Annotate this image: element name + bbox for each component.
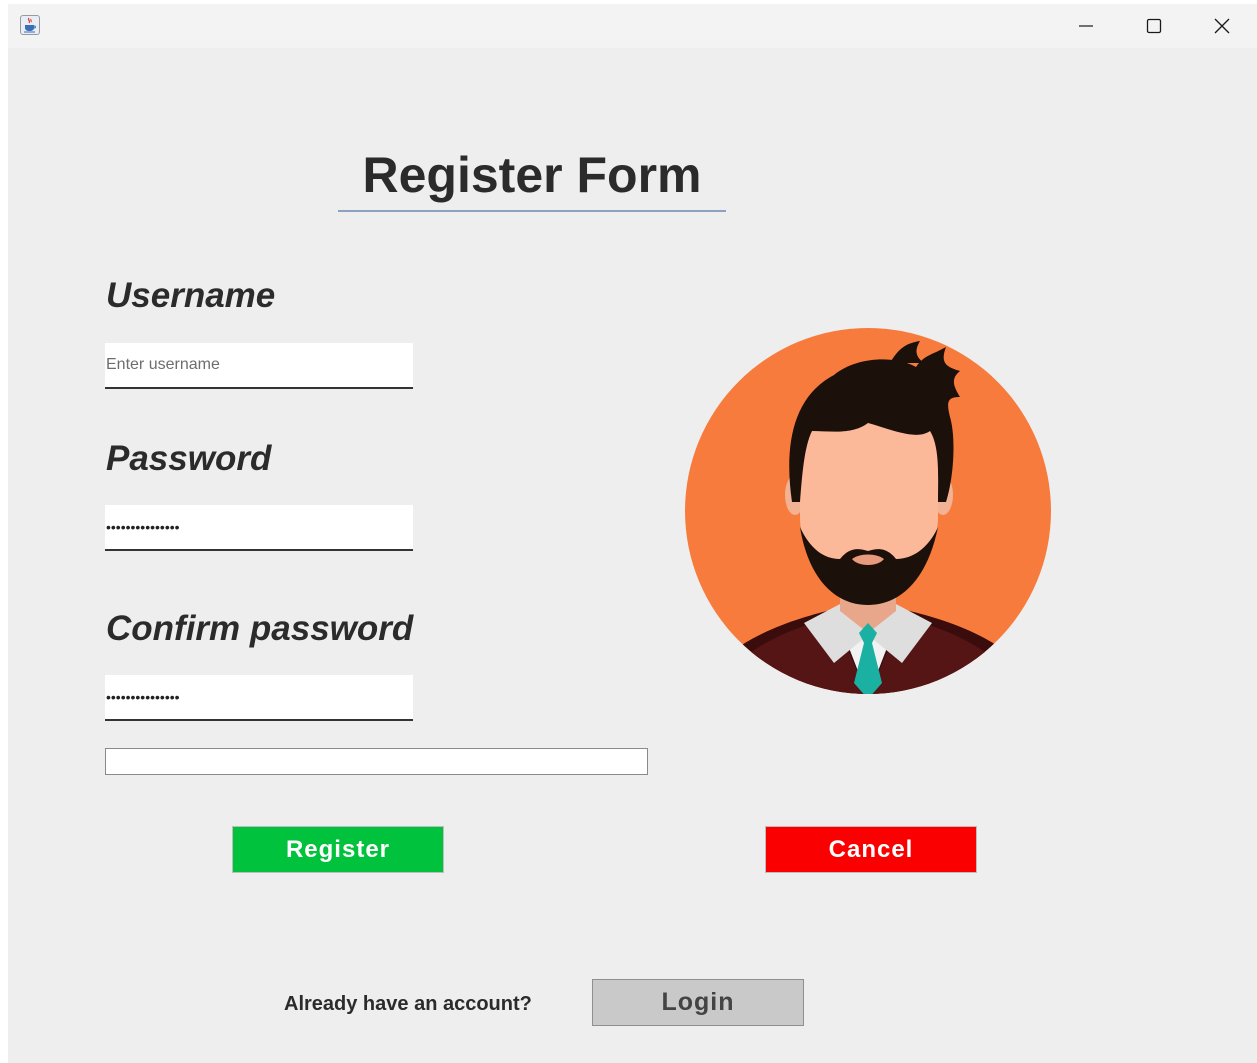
- confirm-password-label: Confirm password: [106, 609, 414, 648]
- username-input[interactable]: [105, 343, 413, 389]
- title-underline: [338, 210, 726, 212]
- java-cup-icon[interactable]: [20, 15, 40, 35]
- register-window: Register Form Username Password Confirm …: [8, 4, 1257, 1063]
- minimize-icon: [1079, 25, 1093, 27]
- form-title: Register Form: [362, 147, 702, 203]
- register-button[interactable]: Register: [232, 826, 444, 873]
- username-label: Username: [106, 276, 276, 315]
- avatar-image: [684, 327, 1052, 695]
- password-strength-bar: [105, 748, 648, 775]
- confirm-password-input[interactable]: [105, 675, 413, 721]
- minimize-button[interactable]: [1052, 4, 1120, 48]
- password-input[interactable]: [105, 505, 413, 551]
- close-button[interactable]: [1188, 4, 1256, 48]
- maximize-button[interactable]: [1120, 4, 1188, 48]
- title-bar[interactable]: [8, 4, 1257, 48]
- already-account-text: Already have an account?: [284, 993, 532, 1015]
- password-label: Password: [106, 439, 272, 478]
- login-button[interactable]: Login: [592, 979, 804, 1026]
- maximize-icon: [1146, 18, 1162, 34]
- cancel-button[interactable]: Cancel: [765, 826, 977, 873]
- close-icon: [1214, 18, 1230, 34]
